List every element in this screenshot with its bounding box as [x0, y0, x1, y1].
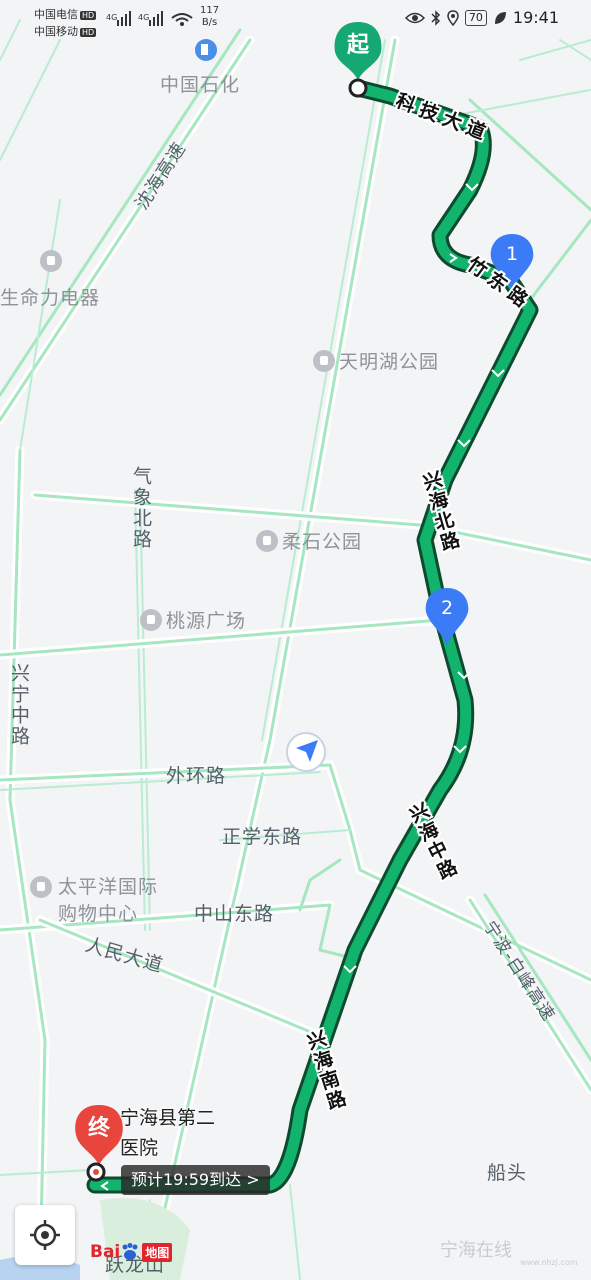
poi-park1-label: 天明湖公园 [339, 351, 440, 373]
bluetooth-icon [431, 9, 440, 26]
baidu-logo-text: Bai [90, 1242, 121, 1262]
park-icon [256, 529, 278, 552]
road-label-qixiang: 气象北路 [130, 466, 152, 550]
poi-square[interactable]: 桃源广场 [140, 606, 246, 633]
road-label-zhongshan: 中山东路 [194, 903, 275, 925]
net-speed-value: 117 [200, 5, 220, 16]
waypoint-1-label: 1 [505, 243, 519, 265]
net-speed: 117 B/s [200, 5, 219, 29]
waypoint-2-label-wrap: 2 [429, 592, 465, 648]
baidu-logo: Bai 地图 [90, 1242, 173, 1262]
poi-mall[interactable] [30, 876, 52, 898]
start-marker-label-wrap: 起 [336, 27, 380, 83]
carrier-1: 中国电信 HD [34, 6, 97, 22]
destination-name-line2: 医院 [120, 1137, 159, 1159]
end-marker-label-wrap: 终 [77, 1110, 121, 1166]
poi-mall-label[interactable]: 太平洋国际 购物中心 [58, 874, 158, 928]
gas-station-icon [195, 39, 217, 61]
road-label-xingning: 兴宁中路 [8, 663, 30, 747]
poi-shop[interactable] [40, 250, 62, 272]
shop-icon [40, 250, 62, 272]
eye-icon [404, 12, 425, 23]
map-canvas[interactable] [0, 0, 591, 1280]
start-marker-label: 起 [346, 33, 369, 58]
watermark-url: www.nhzj.com [520, 1258, 578, 1267]
carrier-1-label: 中国电信 [34, 8, 78, 21]
park-icon [313, 349, 335, 372]
waypoint-2-label: 2 [440, 597, 454, 619]
paw-icon [122, 1243, 138, 1260]
poi-gas-station-label[interactable]: 中国石化 [160, 70, 240, 97]
poi-mall-line1: 太平洋国际 [58, 876, 159, 898]
signal-icons: 4G 4G [106, 11, 193, 26]
carrier-2: 中国移动 HD [34, 23, 97, 39]
crosshair-icon [30, 1220, 60, 1250]
poi-park2-label: 柔石公园 [282, 531, 363, 553]
battery-level: 70 [468, 10, 483, 24]
svg-text:4G: 4G [106, 13, 117, 22]
road-label-waihuan: 外环路 [166, 765, 227, 787]
svg-text:4G: 4G [138, 13, 149, 22]
place-label-chuantou: 船头 [487, 1162, 528, 1184]
end-marker-label: 终 [87, 1116, 110, 1141]
leaf-icon [494, 11, 506, 24]
locate-button[interactable] [15, 1205, 75, 1265]
carrier-2-label: 中国移动 [34, 25, 78, 38]
eta-button[interactable]: 预计19:59到达 > [121, 1165, 270, 1195]
waypoint-1-label-wrap: 1 [494, 238, 530, 294]
background-roads [0, 19, 591, 1280]
status-bar: 中国电信 HD 中国移动 HD 4G 4G 117 B/s 70 19:41 [0, 0, 591, 40]
location-icon [447, 9, 459, 26]
battery-indicator: 70 [464, 9, 487, 26]
poi-shop-label[interactable]: 生命力电器 [0, 283, 100, 310]
hd-badge: HD [80, 10, 97, 20]
destination-name-line1: 宁海县第二 [120, 1107, 216, 1129]
watermark: 宁海在线 [440, 1240, 512, 1261]
poi-park1[interactable]: 天明湖公园 [313, 347, 439, 374]
poi-park2[interactable]: 柔石公园 [256, 527, 362, 554]
shop-icon [140, 608, 162, 631]
hd-badge-2: HD [80, 27, 97, 37]
current-location-marker [286, 732, 326, 772]
poi-mall-line2: 购物中心 [58, 903, 139, 925]
shop-icon [30, 876, 52, 898]
destination-name[interactable]: 宁海县第二 医院 [120, 1103, 215, 1163]
status-right: 70 19:41 [404, 8, 559, 27]
net-speed-unit: B/s [201, 17, 218, 28]
clock: 19:41 [512, 8, 559, 27]
baidu-logo-suffix: 地图 [142, 1242, 173, 1262]
poi-square-label: 桃源广场 [166, 610, 247, 632]
map-app: 中国电信 HD 中国移动 HD 4G 4G 117 B/s 70 19:41 中国石… [0, 0, 591, 1280]
road-label-zhengxue: 正学东路 [222, 826, 303, 848]
